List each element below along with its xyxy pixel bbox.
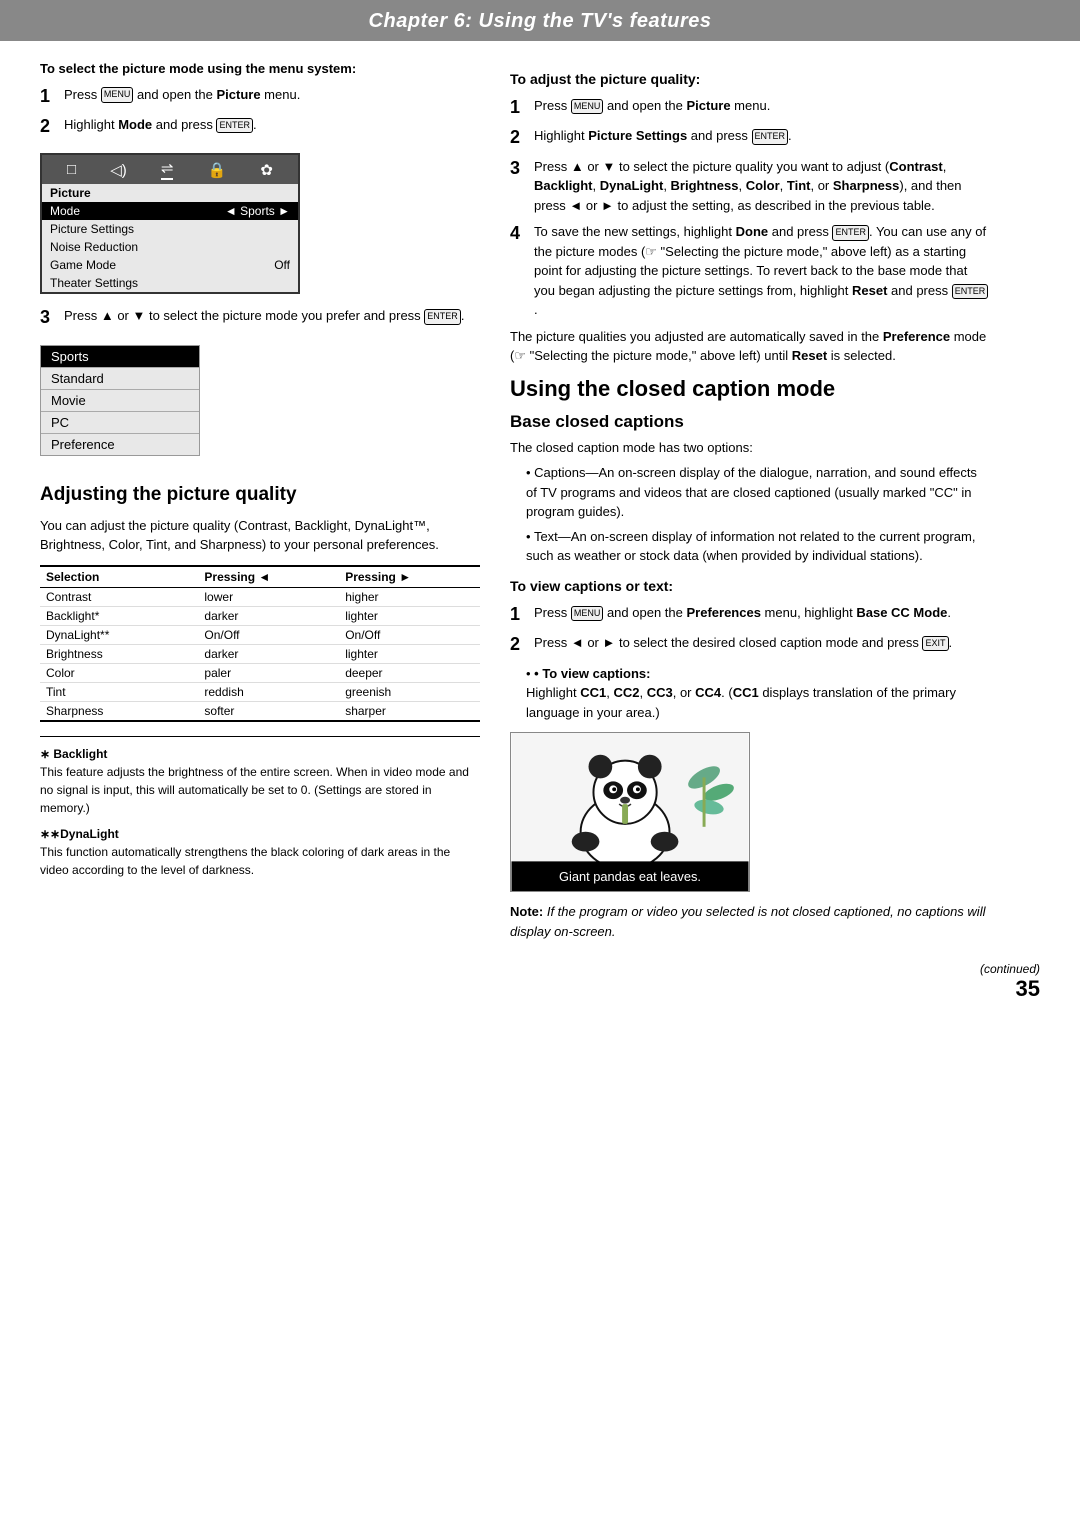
mode-standard: Standard [41, 368, 199, 390]
enter-key4: ENTER [832, 225, 869, 241]
menu-icon-picture: □ [67, 161, 76, 178]
table-row: Brightnessdarkerlighter [40, 644, 480, 663]
menu-key-icon: MENU [101, 87, 134, 103]
footnote-dynalight: ∗∗DynaLight This function automatically … [40, 825, 480, 879]
panda-svg: Giant pandas eat leaves. [511, 733, 749, 891]
base-captions-heading: Base closed captions [510, 412, 990, 432]
enter-key-icon: ENTER [216, 118, 253, 134]
note-text: Note: If the program or video you select… [510, 902, 990, 941]
bullet-captions: Captions—An on-screen display of the dia… [526, 463, 990, 522]
right-column: To adjust the picture quality: 1 Press M… [510, 59, 990, 947]
table-row: Backlight*darkerlighter [40, 606, 480, 625]
right-step-4: 4 To save the new settings, highlight Do… [510, 222, 990, 320]
menu-row-mode: Mode ◄ Sports ► [42, 202, 298, 220]
menu-icons-bar: □ ◁) ⇌ 🔒 ✿ [42, 155, 298, 184]
menu-key3: MENU [571, 99, 604, 115]
menu-icon-lock: 🔒 [208, 161, 227, 179]
view-step-1: 1 Press MENU and open the Preferences me… [510, 603, 990, 626]
to-view-heading: To view captions or text: [510, 576, 990, 597]
to-adjust-heading: To adjust the picture quality: [510, 69, 990, 90]
right-step-1: 1 Press MENU and open the Picture menu. [510, 96, 990, 119]
table-row: Colorpalerdeeper [40, 663, 480, 682]
view-step-2: 2 Press ◄ or ► to select the desired clo… [510, 633, 990, 656]
table-row: Sharpnesssoftersharper [40, 701, 480, 721]
menu-section-picture: Picture [42, 184, 298, 202]
mode-sports: Sports [41, 346, 199, 368]
page-number: 35 [1016, 976, 1040, 1001]
main-content: To select the picture mode using the men… [0, 59, 1080, 947]
quality-table: Selection Pressing ◄ Pressing ► Contrast… [40, 565, 480, 722]
exit-key: EXIT [922, 636, 948, 652]
mode-list: Sports Standard Movie PC Preference [40, 345, 200, 456]
enter-key5: ENTER [952, 284, 989, 300]
base-intro: The closed caption mode has two options: [510, 438, 990, 458]
bullet-to-view-captions: • To view captions: Highlight CC1, CC2, … [526, 664, 990, 723]
table-row: Tintreddishgreenish [40, 682, 480, 701]
menu-icon-settings: ⇌ [161, 159, 174, 180]
left-column: To select the picture mode using the men… [40, 59, 480, 947]
table-row: Contrastlowerhigher [40, 587, 480, 606]
table-row: DynaLight**On/OffOn/Off [40, 625, 480, 644]
adjusting-heading: Adjusting the picture quality [40, 484, 480, 506]
step-3: 3 Press ▲ or ▼ to select the picture mod… [40, 306, 480, 329]
menu-row-theater: Theater Settings [42, 274, 298, 292]
chapter-header: Chapter 6: Using the TV's features [0, 0, 1080, 41]
col-header-press-left: Pressing ◄ [198, 566, 339, 588]
mode-pc: PC [41, 412, 199, 434]
preference-para: The picture qualities you adjusted are a… [510, 327, 990, 366]
footnote-section: ∗ Backlight This feature adjusts the bri… [40, 736, 480, 879]
enter-key2: ENTER [424, 309, 461, 325]
mode-preference: Preference [41, 434, 199, 455]
menu-row-game: Game Mode Off [42, 256, 298, 274]
select-mode-heading: To select the picture mode using the men… [40, 59, 480, 79]
closed-caption-heading: Using the closed caption mode [510, 376, 990, 402]
menu-row-noise: Noise Reduction [42, 238, 298, 256]
mode-movie: Movie [41, 390, 199, 412]
footnote-backlight: ∗ Backlight This feature adjusts the bri… [40, 745, 480, 817]
step-2: 2 Highlight Mode and press ENTER. [40, 115, 480, 138]
col-header-press-right: Pressing ► [339, 566, 480, 588]
right-step-3: 3 Press ▲ or ▼ to select the picture qua… [510, 157, 990, 216]
menu-icon-sound: ◁) [110, 161, 127, 179]
page-footer: (continued) 35 [0, 947, 1080, 1012]
step-1: 1 Press MENU and open the Picture menu. [40, 85, 480, 108]
adjusting-body: You can adjust the picture quality (Cont… [40, 516, 480, 555]
chapter-title: Chapter 6: Using the TV's features [0, 10, 1080, 33]
menu-screenshot: □ ◁) ⇌ 🔒 ✿ Picture Mode ◄ Sports ► Pictu… [40, 153, 300, 294]
svg-text:Giant pandas eat leaves.: Giant pandas eat leaves. [559, 869, 701, 884]
panda-image: Giant pandas eat leaves. [510, 732, 750, 892]
bullet-text: Text—An on-screen display of information… [526, 527, 990, 566]
menu-key4: MENU [571, 606, 604, 622]
enter-key3: ENTER [752, 129, 789, 145]
menu-icon-display: ✿ [260, 161, 273, 179]
col-header-selection: Selection [40, 566, 198, 588]
right-step-2: 2 Highlight Picture Settings and press E… [510, 126, 990, 149]
menu-row-picture-settings: Picture Settings [42, 220, 298, 238]
continued-text: (continued) [980, 962, 1040, 976]
